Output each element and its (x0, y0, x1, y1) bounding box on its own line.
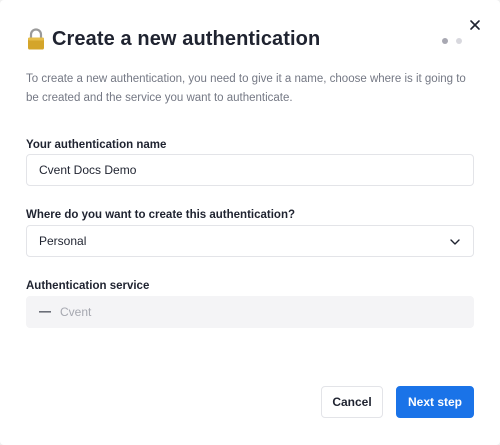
service-field-label: Authentication service (26, 280, 150, 292)
step-dot-1 (442, 38, 448, 44)
step-dot-2 (456, 38, 462, 44)
name-field-label: Your authentication name (26, 139, 167, 151)
authentication-service-value: Cvent (60, 305, 92, 319)
authentication-name-value: Cvent Docs Demo (39, 163, 137, 177)
dialog-header: Create a new authentication (26, 24, 474, 54)
location-select-value: Personal (39, 234, 87, 248)
location-select[interactable]: Personal (26, 225, 474, 257)
dialog-description: To create a new authentication, you need… (26, 73, 466, 104)
cvent-service-icon (39, 306, 51, 318)
lock-icon (26, 27, 46, 51)
dialog-title: Create a new authentication (52, 27, 321, 50)
authentication-service-field: Cvent (26, 296, 474, 328)
location-field-label: Where do you want to create this authent… (26, 209, 295, 221)
step-indicator (442, 38, 462, 44)
cancel-button[interactable]: Cancel (321, 386, 383, 418)
chevron-down-icon (449, 236, 461, 248)
next-step-button[interactable]: Next step (396, 386, 474, 418)
create-authentication-dialog: Create a new authentication To create a … (0, 0, 500, 445)
authentication-name-input[interactable]: Cvent Docs Demo (26, 154, 474, 186)
